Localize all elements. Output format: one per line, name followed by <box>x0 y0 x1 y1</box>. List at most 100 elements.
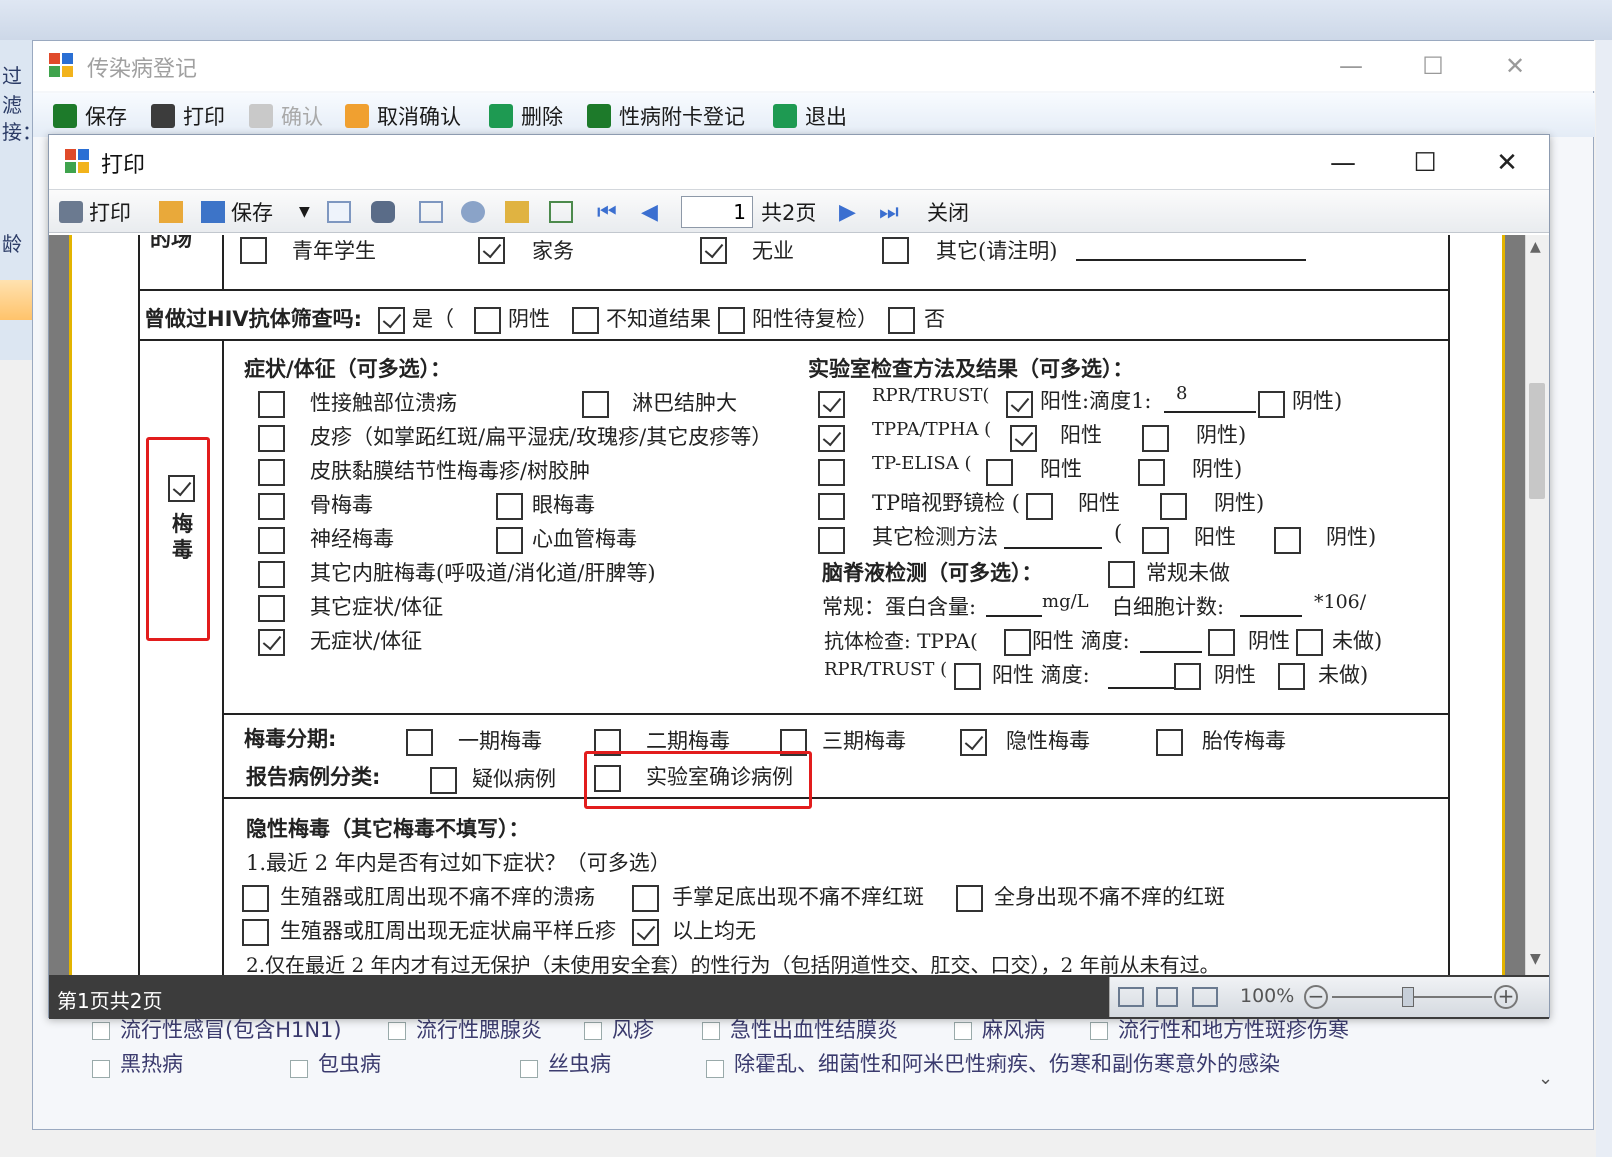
rpr-negative-checkbox[interactable] <box>1258 391 1285 418</box>
report-confirmed-checkbox[interactable] <box>594 765 621 792</box>
rpr-positive-checkbox[interactable] <box>1006 391 1033 418</box>
zoom-out-button[interactable]: − <box>1304 985 1328 1009</box>
print-button[interactable]: 打印 <box>151 101 225 131</box>
rpr2-titer-line[interactable] <box>1108 667 1174 689</box>
exit-button[interactable]: 退出 <box>773 101 847 131</box>
save-button[interactable]: 保存 <box>201 198 273 226</box>
close-button[interactable]: ✕ <box>1485 47 1545 85</box>
layout-button[interactable] <box>419 198 449 226</box>
symptom-checkbox[interactable] <box>496 493 523 520</box>
find-button[interactable] <box>371 198 401 226</box>
other-method-line[interactable] <box>1004 527 1102 549</box>
checkbox-housework[interactable] <box>478 237 505 264</box>
stage-checkbox[interactable] <box>406 729 433 756</box>
checkbox-hiv-unknown[interactable] <box>572 307 599 334</box>
symptom-checkbox[interactable] <box>258 561 285 588</box>
ab-na-checkbox[interactable] <box>1296 629 1323 656</box>
ab-negative-checkbox[interactable] <box>1208 629 1235 656</box>
checkbox-hiv-no[interactable] <box>888 307 915 334</box>
last-page-button[interactable]: ⏭ <box>879 198 899 226</box>
bg-checkbox[interactable] <box>520 1060 538 1078</box>
darkfield-negative-checkbox[interactable] <box>1160 493 1187 520</box>
scroll-down-icon[interactable]: ▼ <box>1530 951 1541 967</box>
zoom-slider-thumb[interactable] <box>1402 987 1414 1007</box>
latent-checkbox[interactable] <box>242 919 269 946</box>
lab-checkbox-elisa[interactable] <box>818 459 845 486</box>
scroll-down-icon[interactable]: ⌄ <box>1538 1068 1553 1089</box>
zoom-in-button[interactable]: + <box>1494 985 1518 1009</box>
stage-checkbox[interactable] <box>1156 729 1183 756</box>
symptom-checkbox[interactable] <box>258 493 285 520</box>
document-viewport[interactable]: 的场 青年学生 家务 无业 其它(请注明) 曾做过HIV抗体筛查吗: 是（ 阴性… <box>49 235 1525 975</box>
symptom-checkbox-none[interactable] <box>258 629 285 656</box>
lab-checkbox-darkfield[interactable] <box>818 493 845 520</box>
confirm-button[interactable]: 确认 <box>249 101 323 131</box>
lab-checkbox-tppa[interactable] <box>818 425 845 452</box>
minimize-button[interactable]: — <box>1311 143 1375 183</box>
latent-checkbox-none[interactable] <box>632 919 659 946</box>
ab-titer-line[interactable] <box>1140 631 1202 653</box>
close-button[interactable]: ✕ <box>1475 143 1539 183</box>
checkbox-hiv-yes[interactable] <box>378 307 405 334</box>
tppa-positive-checkbox[interactable] <box>1010 425 1037 452</box>
symptom-checkbox[interactable] <box>258 425 285 452</box>
symptom-checkbox[interactable] <box>258 527 285 554</box>
rpr2-na-checkbox[interactable] <box>1278 663 1305 690</box>
maximize-button[interactable]: ☐ <box>1393 143 1457 183</box>
bg-checkbox[interactable] <box>92 1022 110 1040</box>
latent-checkbox[interactable] <box>632 885 659 912</box>
email-button[interactable] <box>327 198 357 226</box>
single-page-icon[interactable] <box>1118 987 1144 1007</box>
print-titlebar[interactable]: 打印 — ☐ ✕ <box>49 135 1549 187</box>
tppa-negative-checkbox[interactable] <box>1142 425 1169 452</box>
delete-button[interactable]: 删除 <box>489 101 563 131</box>
two-page-icon[interactable] <box>1156 987 1178 1007</box>
window-titlebar[interactable]: 传染病登记 — ☐ ✕ <box>33 41 1595 91</box>
darkfield-positive-checkbox[interactable] <box>1026 493 1053 520</box>
checkbox-syphilis[interactable] <box>168 475 195 502</box>
bg-checkbox[interactable] <box>290 1060 308 1078</box>
csf-routine-na-checkbox[interactable] <box>1108 561 1135 588</box>
other-negative-checkbox[interactable] <box>1274 527 1301 554</box>
stage-checkbox-latent[interactable] <box>960 729 987 756</box>
bg-checkbox[interactable] <box>706 1060 724 1078</box>
multi-page-icon[interactable] <box>1192 987 1218 1007</box>
checkbox-hiv-negative[interactable] <box>474 307 501 334</box>
symptom-checkbox[interactable] <box>496 527 523 554</box>
ab-positive-checkbox[interactable] <box>1004 629 1031 656</box>
save-button[interactable]: 保存 <box>53 101 127 131</box>
scroll-up-icon[interactable]: ▲ <box>1530 239 1541 255</box>
lab-checkbox-other[interactable] <box>818 527 845 554</box>
latent-checkbox[interactable] <box>956 885 983 912</box>
next-page-button[interactable]: ▶ <box>839 198 856 226</box>
bg-checkbox[interactable] <box>92 1060 110 1078</box>
latent-checkbox[interactable] <box>242 885 269 912</box>
save-dropdown[interactable]: ▼ <box>299 198 310 226</box>
cancel-confirm-button[interactable]: 取消确认 <box>345 101 461 131</box>
checkbox-student[interactable] <box>240 237 267 264</box>
elisa-positive-checkbox[interactable] <box>986 459 1013 486</box>
symptom-checkbox[interactable] <box>258 595 285 622</box>
symptom-checkbox[interactable] <box>258 391 285 418</box>
minimize-button[interactable]: — <box>1321 47 1381 85</box>
rpr2-positive-checkbox[interactable] <box>954 663 981 690</box>
bg-checkbox[interactable] <box>584 1022 602 1040</box>
other-positive-checkbox[interactable] <box>1142 527 1169 554</box>
checkbox-unemployed[interactable] <box>700 237 727 264</box>
edit-button[interactable] <box>505 198 535 226</box>
checkbox-hiv-pending[interactable] <box>718 307 745 334</box>
page-number-input[interactable]: 1 <box>681 196 753 228</box>
rpr2-negative-checkbox[interactable] <box>1174 663 1201 690</box>
close-preview-button[interactable]: 关闭 <box>927 198 969 226</box>
maximize-button[interactable]: ☐ <box>1403 47 1463 85</box>
settings-button[interactable] <box>461 198 491 226</box>
bg-checkbox[interactable] <box>388 1022 406 1040</box>
checkbox-other[interactable] <box>882 237 909 264</box>
other-input-line[interactable] <box>1076 239 1306 261</box>
protein-line[interactable] <box>986 595 1042 617</box>
open-button[interactable] <box>159 198 189 226</box>
bg-checkbox[interactable] <box>702 1022 720 1040</box>
lab-checkbox-rpr[interactable] <box>818 391 845 418</box>
print-button[interactable]: 打印 <box>59 198 131 226</box>
prev-page-button[interactable]: ◀ <box>641 198 658 226</box>
